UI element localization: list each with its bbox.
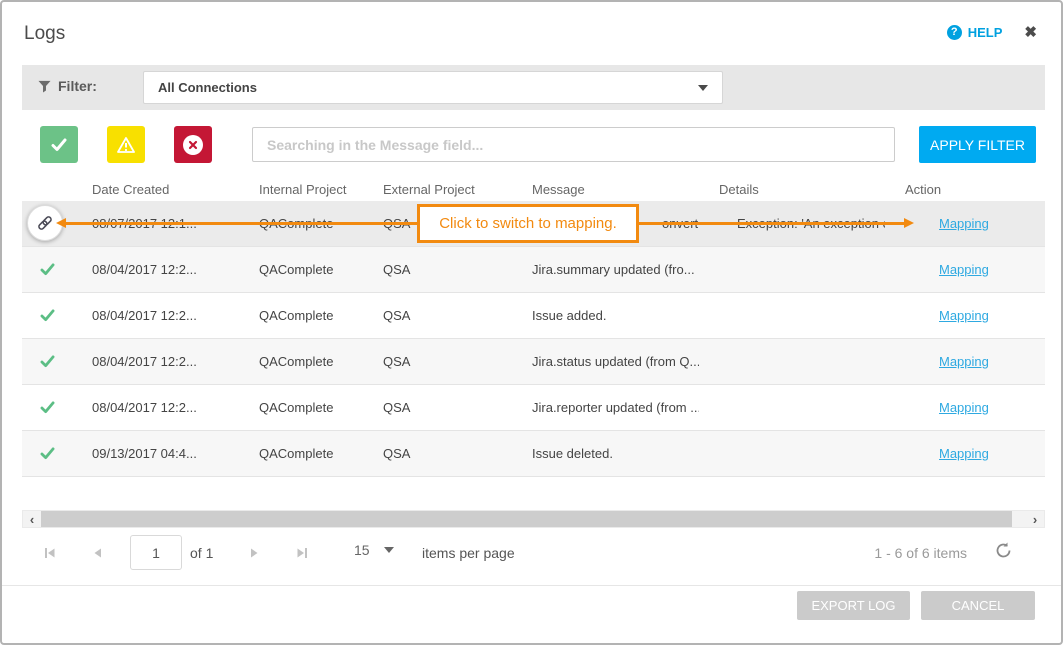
- search-toolbar: APPLY FILTER: [40, 126, 1036, 163]
- horizontal-scrollbar[interactable]: ‹ ›: [22, 510, 1045, 528]
- mapping-link[interactable]: Mapping: [885, 262, 1045, 277]
- column-details[interactable]: Details: [699, 182, 885, 197]
- refresh-icon[interactable]: [994, 541, 1013, 560]
- internal-project-cell: QAComplete: [239, 400, 363, 415]
- error-x-icon: [188, 140, 198, 150]
- external-project-cell: QSA: [363, 262, 512, 277]
- message-cell: Jira.summary updated (fro...: [512, 262, 699, 277]
- scroll-right-icon[interactable]: ›: [1026, 511, 1044, 527]
- logs-dialog: Logs ? HELP ✖ Filter: All Connections: [0, 0, 1063, 645]
- page-size-value: 15: [354, 542, 370, 558]
- table-row[interactable]: 08/04/2017 12:2... QAComplete QSA Jira.r…: [22, 385, 1045, 431]
- footer-divider: [2, 585, 1061, 586]
- success-filter-button[interactable]: [40, 126, 78, 163]
- search-input[interactable]: [252, 127, 895, 162]
- date-created-cell: 08/04/2017 12:2...: [72, 308, 239, 323]
- warning-filter-button[interactable]: [107, 126, 145, 163]
- chevron-down-icon: [384, 547, 394, 553]
- internal-project-cell: QAComplete: [239, 262, 363, 277]
- message-cell: Jira.status updated (from Q...: [512, 354, 699, 369]
- message-cell: Issue deleted.: [512, 446, 699, 461]
- filter-label: Filter:: [38, 78, 97, 94]
- error-icon: [183, 135, 203, 155]
- page-number-input[interactable]: [130, 535, 182, 570]
- table-header-row: Date Created Internal Project External P…: [22, 178, 1045, 201]
- previous-page-icon[interactable]: [90, 545, 106, 561]
- apply-filter-button[interactable]: APPLY FILTER: [919, 126, 1036, 163]
- cancel-button[interactable]: CANCEL: [921, 591, 1035, 620]
- external-project-cell: QSA: [363, 308, 512, 323]
- table-row[interactable]: 09/13/2017 04:4... QAComplete QSA Issue …: [22, 431, 1045, 477]
- items-range-info: 1 - 6 of 6 items: [874, 545, 967, 561]
- success-status-icon: [22, 309, 72, 322]
- message-cell: Issue added.: [512, 308, 699, 323]
- internal-project-cell: QAComplete: [239, 354, 363, 369]
- success-status-icon: [22, 447, 72, 460]
- column-message[interactable]: Message: [512, 182, 699, 197]
- internal-project-cell: QAComplete: [239, 308, 363, 323]
- external-project-cell: QSA: [363, 354, 512, 369]
- column-date-created[interactable]: Date Created: [72, 182, 239, 197]
- mapping-link[interactable]: Mapping: [885, 446, 1045, 461]
- date-created-cell: 08/04/2017 12:2...: [72, 400, 239, 415]
- annotation-arrow-right: [639, 222, 905, 225]
- items-per-page-label: items per page: [422, 545, 515, 561]
- success-status-icon: [22, 355, 72, 368]
- check-icon: [51, 138, 67, 152]
- internal-project-cell: QAComplete: [239, 446, 363, 461]
- mapping-link[interactable]: Mapping: [885, 400, 1045, 415]
- annotation-arrow-left: [65, 222, 417, 225]
- page-size-dropdown[interactable]: 15: [354, 542, 394, 558]
- date-created-cell: 08/04/2017 12:2...: [72, 354, 239, 369]
- scrollbar-thumb[interactable]: [41, 511, 1012, 527]
- next-page-icon[interactable]: [246, 545, 262, 561]
- close-icon[interactable]: ✖: [1024, 23, 1037, 41]
- pager: of 1 15 items per page 1 - 6 of 6 items: [22, 529, 1045, 578]
- table-row[interactable]: 08/04/2017 12:2... QAComplete QSA Jira.s…: [22, 339, 1045, 385]
- filter-bar: Filter: All Connections: [22, 65, 1045, 110]
- help-link[interactable]: ? HELP: [947, 25, 1003, 40]
- column-external-project[interactable]: External Project: [363, 182, 512, 197]
- success-status-icon: [22, 401, 72, 414]
- export-log-button[interactable]: EXPORT LOG: [797, 591, 910, 620]
- connection-dropdown[interactable]: All Connections: [143, 71, 723, 104]
- date-created-cell: 08/04/2017 12:2...: [72, 262, 239, 277]
- chevron-down-icon: [698, 85, 708, 91]
- mapping-link[interactable]: Mapping: [885, 354, 1045, 369]
- help-label: HELP: [968, 25, 1003, 40]
- external-project-cell: QSA: [363, 446, 512, 461]
- chain-link-icon: [32, 210, 57, 235]
- page-of-label: of 1: [190, 545, 213, 561]
- annotation-callout: Click to switch to mapping.: [417, 204, 639, 243]
- help-icon: ?: [947, 25, 962, 40]
- dialog-header-actions: ? HELP ✖: [947, 23, 1037, 41]
- column-internal-project[interactable]: Internal Project: [239, 182, 363, 197]
- mapping-link[interactable]: Mapping: [885, 308, 1045, 323]
- message-cell: Jira.reporter updated (from ...: [512, 400, 699, 415]
- success-status-icon: [22, 263, 72, 276]
- table-row[interactable]: 08/04/2017 12:2... QAComplete QSA Issue …: [22, 293, 1045, 339]
- scroll-left-icon[interactable]: ‹: [23, 511, 41, 527]
- last-page-icon[interactable]: [294, 545, 310, 561]
- error-filter-button[interactable]: [174, 126, 212, 163]
- page-title: Logs: [24, 23, 65, 45]
- connection-dropdown-value: All Connections: [158, 80, 257, 95]
- table-row[interactable]: 08/04/2017 12:2... QAComplete QSA Jira.s…: [22, 247, 1045, 293]
- first-page-icon[interactable]: [42, 545, 58, 561]
- date-created-cell: 09/13/2017 04:4...: [72, 446, 239, 461]
- filter-funnel-icon: [38, 80, 51, 93]
- external-project-cell: QSA: [363, 400, 512, 415]
- warning-icon: [116, 136, 136, 154]
- table-empty-area: [22, 477, 1045, 510]
- column-action[interactable]: Action: [885, 182, 1045, 197]
